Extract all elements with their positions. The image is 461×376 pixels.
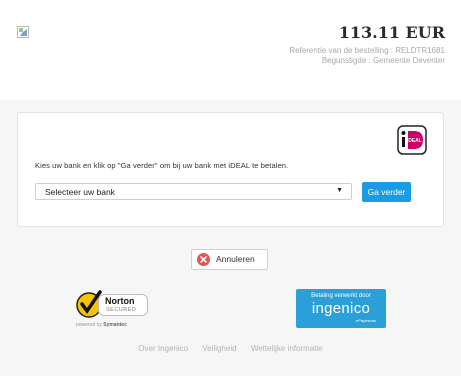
svg-text:DEAL: DEAL <box>408 138 422 144</box>
norton-secured-badge: Norton SECURED powered by Symantec <box>76 289 152 331</box>
footer-link-legal[interactable]: Wettelijke informatie <box>251 344 323 353</box>
amount-total: 113.11 EUR <box>338 23 445 42</box>
order-meta: Referentie van de bestelling : RELDTR168… <box>289 46 445 66</box>
order-reference: Referentie van de bestelling : RELDTR168… <box>289 46 445 55</box>
broken-image-icon <box>17 26 29 38</box>
footer-link-security[interactable]: Veiligheid <box>202 344 236 353</box>
footer-links: Over Ingenico Veiligheid Wettelijke info… <box>0 344 461 353</box>
bank-select-value: Selecteer uw bank <box>45 187 115 197</box>
header-area: 113.11 EUR Referentie van de bestelling … <box>0 0 461 100</box>
instruction-text: Kies uw bank en klik op "Ga verder" om b… <box>35 161 289 170</box>
ideal-logo-icon: DEAL <box>397 125 427 155</box>
ingenico-badge: Betaling verwerkt door ingenico ePayment… <box>296 289 386 328</box>
close-icon <box>197 253 210 266</box>
norton-powered-by: powered by Symantec <box>76 322 127 328</box>
norton-name: Norton <box>105 296 135 306</box>
footer-link-about[interactable]: Over Ingenico <box>138 344 188 353</box>
cancel-button[interactable]: Annuleren <box>191 249 268 270</box>
caret-down-icon: ▼ <box>336 187 343 194</box>
ingenico-tagline: Betaling verwerkt door <box>311 293 371 299</box>
powered-prefix: powered by <box>76 322 104 328</box>
beneficiary: Begunstigde : Gemeente Deventer <box>321 56 445 65</box>
ingenico-logo: ingenico <box>311 300 371 317</box>
payment-card: DEAL Kies uw bank en klik op "Ga verder"… <box>17 112 444 227</box>
go-button[interactable]: Ga verder <box>362 182 411 202</box>
norton-wordmark: Norton SECURED <box>98 294 148 316</box>
powered-brand: Symantec <box>103 322 127 328</box>
norton-secured: SECURED <box>106 307 137 313</box>
ingenico-sub: ePayments <box>355 318 376 323</box>
cancel-label: Annuleren <box>216 254 255 264</box>
bank-select[interactable]: Selecteer uw bank ▼ <box>35 183 352 200</box>
